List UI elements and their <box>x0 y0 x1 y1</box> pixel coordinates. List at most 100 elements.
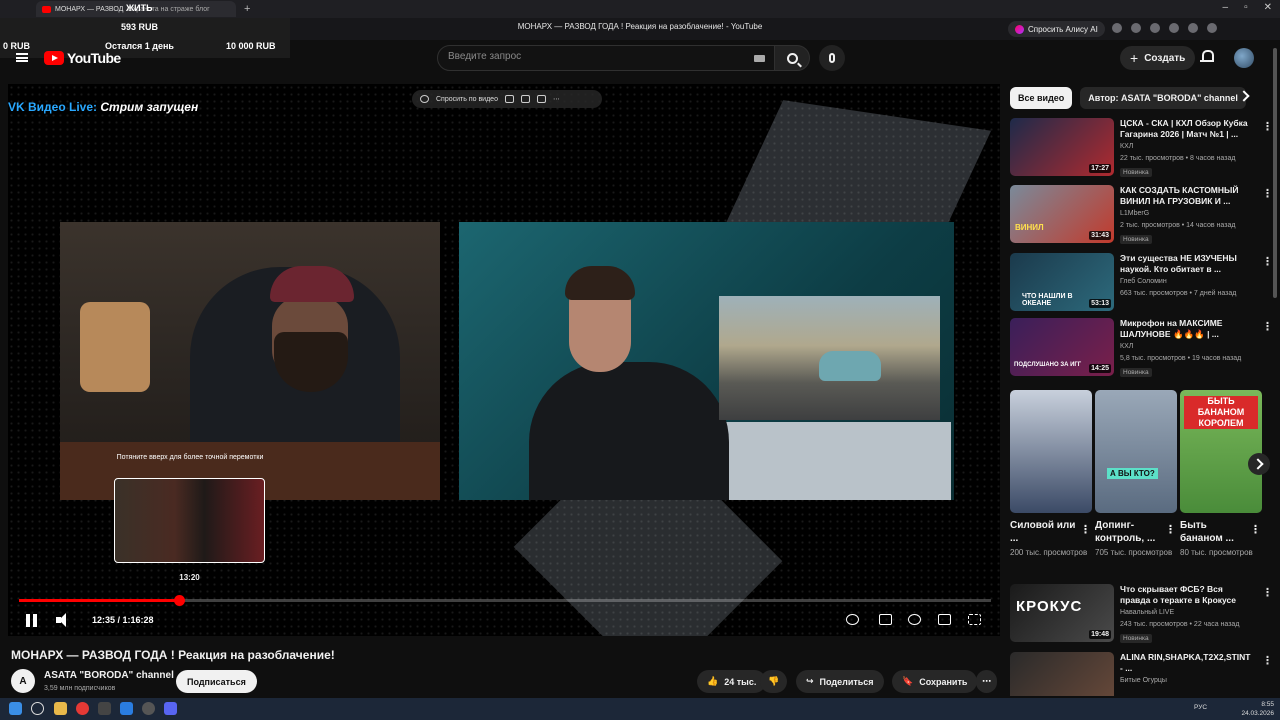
pause-button[interactable] <box>26 614 38 627</box>
filter-chip-author[interactable]: Автор: ASATA "BORODA" channel <box>1080 87 1246 109</box>
voice-search-button[interactable] <box>819 45 845 71</box>
recommendation-channel[interactable]: Битые Огурцы <box>1120 677 1167 684</box>
recommendation-item[interactable]: ПОДСЛУШАНО ЗА ИГГ 14:25 Микрофон на МАКС… <box>1010 318 1273 378</box>
video-thumbnail[interactable]: КРОКУС 19:48 <box>1010 584 1114 642</box>
more-vertical-icon[interactable]: ⋮ <box>1262 586 1273 599</box>
youtube-logo[interactable]: YouTube <box>44 50 121 66</box>
recommendation-channel[interactable]: Глеб Соломин <box>1120 278 1167 285</box>
notifications-bell-icon[interactable] <box>1200 50 1214 64</box>
obs-icon[interactable] <box>142 702 155 715</box>
video-thumbnail[interactable]: 17:27 <box>1010 118 1114 176</box>
recommendation-title[interactable]: КАК СОЗДАТЬ КАСТОМНЫЙ ВИНИЛ НА ГРУЗОВИК … <box>1120 185 1254 207</box>
short-title[interactable]: Силовой или ... <box>1010 519 1078 545</box>
subtitles-icon[interactable] <box>520 95 530 103</box>
video-thumbnail[interactable]: ВИНИЛ 31:43 <box>1010 185 1114 243</box>
subscribe-button[interactable]: Подписаться <box>176 670 257 693</box>
short-item[interactable]: Силовой или ... 200 тыс. просмотров ⋮ <box>1010 390 1092 558</box>
recommendation-title[interactable]: ALINA RIN,SHAPKA,T2X2,STINT - ... <box>1120 652 1254 674</box>
recommendation-item[interactable]: ВИНИЛ 31:43 КАК СОЗДАТЬ КАСТОМНЫЙ ВИНИЛ … <box>1010 185 1273 245</box>
hamburger-menu-icon[interactable] <box>16 53 28 62</box>
more-vertical-icon[interactable]: ⋮ <box>1250 523 1261 536</box>
fullscreen-icon[interactable] <box>968 614 981 625</box>
dislike-button[interactable]: 👎 <box>760 670 788 693</box>
extension-icon[interactable] <box>1169 23 1179 33</box>
recommendation-title[interactable]: Что скрывает ФСБ? Вся правда о теракте в… <box>1120 584 1254 606</box>
volume-icon[interactable] <box>56 613 72 627</box>
theater-mode-icon[interactable] <box>938 614 951 625</box>
shorts-next-button[interactable] <box>1248 453 1270 475</box>
recommendation-title[interactable]: ЦСКА - СКА | КХЛ Обзор Кубка Гагарина 20… <box>1120 118 1254 140</box>
more-options-icon[interactable]: ⋯ <box>553 95 560 103</box>
more-vertical-icon[interactable]: ⋮ <box>1262 120 1273 133</box>
recommendation-item[interactable]: 17:27 ЦСКА - СКА | КХЛ Обзор Кубка Гагар… <box>1010 118 1273 178</box>
recommendation-title[interactable]: Эти существа НЕ ИЗУЧЕНЫ наукой. Кто обит… <box>1120 253 1254 275</box>
recommendation-item[interactable]: КРОКУС 19:48 Что скрывает ФСБ? Вся правд… <box>1010 584 1273 644</box>
vz-app-icon[interactable] <box>98 702 111 715</box>
more-vertical-icon[interactable]: ⋮ <box>1080 523 1091 536</box>
extension-icon[interactable] <box>1131 23 1141 33</box>
alisa-button[interactable]: Спросить Алису AI <box>1008 21 1105 37</box>
file-explorer-icon[interactable] <box>54 702 67 715</box>
recommendation-channel[interactable]: Навальный LIVE <box>1120 609 1174 616</box>
captions-icon[interactable] <box>879 614 892 625</box>
account-avatar[interactable] <box>1234 48 1254 68</box>
start-menu-icon[interactable] <box>9 702 22 715</box>
maximize-icon[interactable]: ▫ <box>1244 2 1248 13</box>
video-thumbnail[interactable]: ЧТО НАШЛИ В ОКЕАНЕ 53:13 <box>1010 253 1114 311</box>
minimize-icon[interactable]: – <box>1223 2 1229 13</box>
close-icon[interactable]: ✕ <box>1264 2 1272 13</box>
short-thumbnail[interactable]: БЫТЬ БАНАНОМ КОРОЛЕМ <box>1180 390 1262 513</box>
keyboard-icon[interactable] <box>754 55 765 62</box>
scrubber-handle[interactable] <box>173 595 185 606</box>
filter-chip-all[interactable]: Все видео <box>1010 87 1073 109</box>
short-title[interactable]: Быть бананом ... <box>1180 519 1248 545</box>
more-vertical-icon[interactable]: ⋮ <box>1262 654 1272 667</box>
chat-icon[interactable] <box>504 95 514 103</box>
short-thumbnail[interactable]: А ВЫ КТО? <box>1095 390 1177 513</box>
new-tab-icon[interactable]: + <box>244 3 250 15</box>
recommendation-title[interactable]: Микрофон на МАКСИМЕ ШАЛУНОВЕ 🔥🔥🔥 | ... <box>1120 318 1254 340</box>
autoplay-toggle-icon[interactable] <box>846 614 859 625</box>
extension-icon[interactable] <box>1188 23 1198 33</box>
recommendation-channel[interactable]: L1MberG <box>1120 210 1149 217</box>
share-button[interactable]: ↪ Поделиться <box>796 670 884 693</box>
create-button[interactable]: + Создать <box>1120 46 1196 70</box>
extension-icon[interactable] <box>1112 23 1122 33</box>
yandex-browser-icon[interactable] <box>76 702 89 715</box>
keyboard-language[interactable]: РУС <box>1194 704 1207 711</box>
system-clock[interactable]: 8:55 24.03.2026 <box>1241 700 1274 718</box>
ask-about-video-button[interactable]: Спросить по видео <box>436 96 498 103</box>
video-thumbnail[interactable]: ПОДСЛУШАНО ЗА ИГГ 14:25 <box>1010 318 1114 376</box>
video-thumbnail[interactable] <box>1010 652 1114 696</box>
extension-icon[interactable] <box>1150 23 1160 33</box>
video-player[interactable]: VK Видео Live: Стрим запущен Спросить по… <box>8 84 1000 636</box>
short-item[interactable]: А ВЫ КТО? Допинг-контроль, ... 705 тыс. … <box>1095 390 1177 558</box>
search-button[interactable] <box>774 45 810 71</box>
recommendation-channel[interactable]: КХЛ <box>1120 343 1133 350</box>
page-scrollbar[interactable] <box>1273 48 1277 298</box>
info-icon[interactable] <box>420 95 429 103</box>
short-title[interactable]: Допинг-контроль, ... <box>1095 519 1163 545</box>
short-item[interactable]: БЫТЬ БАНАНОМ КОРОЛЕМ Быть бананом ... 80… <box>1180 390 1262 558</box>
recommendation-item[interactable]: ЧТО НАШЛИ В ОКЕАНЕ 53:13 Эти существа НЕ… <box>1010 253 1273 313</box>
channel-avatar[interactable]: A <box>11 669 35 693</box>
more-vertical-icon[interactable]: ⋮ <box>1165 523 1176 536</box>
save-button[interactable]: 🔖 Сохранить <box>892 670 978 693</box>
messenger-icon[interactable] <box>120 702 133 715</box>
search-input[interactable] <box>448 51 738 62</box>
more-vertical-icon[interactable]: ⋮ <box>1262 320 1273 333</box>
extension-icon[interactable] <box>1207 23 1217 33</box>
settings-gear-icon[interactable] <box>908 614 921 625</box>
search-icon[interactable] <box>31 702 44 715</box>
miniplayer-icon[interactable] <box>536 95 546 103</box>
more-vertical-icon[interactable]: ⋮ <box>1262 255 1273 268</box>
recommendation-item[interactable]: ALINA RIN,SHAPKA,T2X2,STINT - ... Битые … <box>1010 652 1272 696</box>
short-thumbnail[interactable] <box>1010 390 1092 513</box>
more-vertical-icon[interactable]: ⋮ <box>1262 187 1273 200</box>
recommendation-channel[interactable]: КХЛ <box>1120 143 1133 150</box>
more-actions-button[interactable]: ⋯ <box>976 670 997 693</box>
discord-icon[interactable] <box>164 702 177 715</box>
channel-name[interactable]: ASATA "BORODA" channel <box>44 670 174 681</box>
like-button[interactable]: 👍 24 тыс. <box>697 670 767 693</box>
progress-bar[interactable] <box>19 595 991 606</box>
